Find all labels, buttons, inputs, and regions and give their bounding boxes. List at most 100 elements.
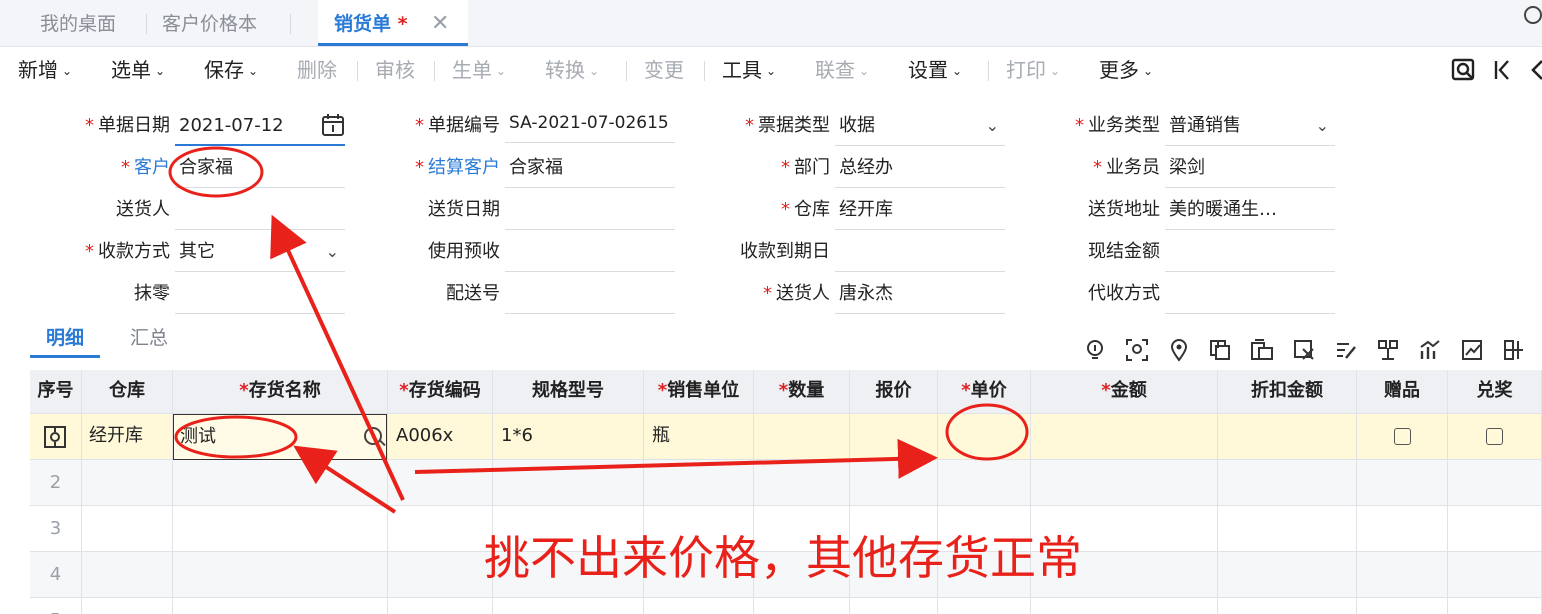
row-gear-icon[interactable] bbox=[44, 426, 66, 448]
select-order-label: 选单 bbox=[111, 58, 151, 82]
calendar-icon[interactable] bbox=[321, 113, 345, 137]
settle-customer-label-text: 结算客户 bbox=[428, 157, 500, 178]
annotation-text: 挑不出来价格，其他存货正常 bbox=[484, 531, 1082, 585]
inquiry-label: 联查 bbox=[815, 58, 855, 82]
copy-row-icon[interactable] bbox=[1250, 338, 1274, 362]
col-header-amount-text: 金额 bbox=[1110, 380, 1147, 401]
warehouse-field[interactable]: 经开库 bbox=[835, 190, 1005, 230]
deliverer-field[interactable] bbox=[175, 190, 345, 230]
col-header-qty: *数量 bbox=[754, 370, 850, 414]
inquiry-button[interactable]: 联查 ⌄ bbox=[815, 47, 869, 93]
row1-item-code[interactable]: A006x bbox=[388, 414, 493, 460]
save-button[interactable]: 保存 ⌄ bbox=[204, 47, 258, 93]
doc-no-field[interactable]: SA-2021-07-02615 bbox=[505, 103, 675, 143]
collect-method-field[interactable] bbox=[1165, 274, 1335, 314]
preview-icon[interactable] bbox=[1451, 57, 1477, 83]
search-icon[interactable] bbox=[1524, 6, 1542, 24]
customer-label[interactable]: * 客户 bbox=[40, 148, 170, 188]
chevron-down-icon: ⌄ bbox=[155, 64, 166, 78]
lightbulb-icon[interactable] bbox=[1083, 338, 1107, 362]
row1-spec[interactable]: 1*6 bbox=[493, 414, 644, 460]
delivery-date-field[interactable] bbox=[505, 190, 675, 230]
salesman-label-text: 业务员 bbox=[1106, 157, 1160, 178]
chevron-down-icon: ⌄ bbox=[496, 64, 507, 78]
add-button[interactable]: 新增 ⌄ bbox=[18, 47, 72, 93]
delivery-date-label: 送货日期 bbox=[428, 199, 500, 220]
chevron-down-icon: ⌄ bbox=[859, 64, 870, 78]
use-prepay-field[interactable] bbox=[505, 232, 675, 272]
dispatch-no-field[interactable] bbox=[505, 274, 675, 314]
row1-quote[interactable] bbox=[850, 414, 938, 460]
payment-method-select[interactable]: 其它 ⌄ bbox=[175, 232, 345, 272]
first-record-icon[interactable] bbox=[1490, 57, 1516, 83]
tab-summary[interactable]: 汇总 bbox=[130, 318, 168, 358]
col-header-sales-unit: *销售单位 bbox=[644, 370, 754, 414]
salesman-label: * 业务员 bbox=[1030, 148, 1160, 188]
settle-customer-field[interactable]: 合家福 bbox=[505, 148, 675, 188]
cash-amount-field[interactable] bbox=[1165, 232, 1335, 272]
tab-detail[interactable]: 明细 bbox=[30, 318, 100, 358]
select-order-button[interactable]: 选单 ⌄ bbox=[111, 47, 165, 93]
generate-order-button[interactable]: 生单 ⌄ bbox=[452, 47, 506, 93]
column-settings-icon[interactable] bbox=[1502, 338, 1526, 362]
col-divider bbox=[1447, 460, 1448, 614]
gift-checkbox[interactable] bbox=[1393, 427, 1411, 445]
rounding-field[interactable] bbox=[175, 274, 345, 314]
settings-button[interactable]: 设置 ⌄ bbox=[908, 47, 962, 93]
table-row bbox=[30, 460, 1542, 506]
location-icon[interactable] bbox=[1167, 338, 1191, 362]
add-row-icon[interactable] bbox=[1208, 338, 1232, 362]
doc-date-field[interactable]: 2021-07-12 bbox=[175, 106, 345, 146]
prize-checkbox[interactable] bbox=[1486, 427, 1503, 445]
print-button[interactable]: 打印 ⌄ bbox=[1006, 47, 1060, 93]
row1-unit-price[interactable] bbox=[938, 414, 1031, 460]
more-label: 更多 bbox=[1099, 58, 1139, 82]
more-button[interactable]: 更多 ⌄ bbox=[1099, 47, 1153, 93]
audit-button[interactable]: 审核 bbox=[375, 47, 415, 93]
delete-button[interactable]: 删除 bbox=[297, 47, 337, 93]
delete-row-icon[interactable] bbox=[1292, 338, 1316, 362]
ticket-type-select[interactable]: 收据 ⌄ bbox=[835, 106, 1005, 146]
customer-field[interactable]: 合家福 bbox=[175, 148, 345, 188]
row1-prize-cell bbox=[1448, 414, 1542, 460]
tab-customer-price-book[interactable]: 客户价格本 bbox=[162, 0, 257, 46]
tab-sales-order-label: 销货单 bbox=[334, 13, 392, 35]
scan-icon[interactable] bbox=[1125, 338, 1149, 362]
change-button[interactable]: 变更 bbox=[644, 47, 684, 93]
deliverer2-field[interactable]: 唐永杰 bbox=[835, 274, 1005, 314]
required-mark: * bbox=[239, 380, 249, 401]
tab-sales-order[interactable]: 销货单 * ✕ bbox=[318, 0, 468, 46]
chevron-down-icon: ⌄ bbox=[1050, 64, 1061, 78]
required-mark: * bbox=[781, 157, 790, 178]
col-header-discount: 折扣金额 bbox=[1218, 370, 1357, 414]
item-name-input[interactable]: 测试 bbox=[173, 414, 387, 460]
close-icon[interactable]: ✕ bbox=[431, 0, 449, 48]
row1-qty[interactable] bbox=[754, 414, 850, 460]
trend-icon[interactable] bbox=[1460, 338, 1484, 362]
split-icon[interactable] bbox=[1376, 338, 1400, 362]
add-button-label: 新增 bbox=[18, 58, 58, 82]
department-field[interactable]: 总经办 bbox=[835, 148, 1005, 188]
chart-icon[interactable] bbox=[1418, 338, 1442, 362]
row1-amount[interactable] bbox=[1031, 414, 1218, 460]
due-date-field[interactable] bbox=[835, 232, 1005, 272]
row1-gift-cell bbox=[1357, 414, 1448, 460]
row-number: 3 bbox=[30, 506, 82, 552]
biz-type-select[interactable]: 普通销售 ⌄ bbox=[1165, 106, 1335, 146]
row1-discount[interactable] bbox=[1218, 414, 1357, 460]
convert-button[interactable]: 转换 ⌄ bbox=[545, 47, 599, 93]
tab-desktop[interactable]: 我的桌面 bbox=[40, 0, 116, 46]
settle-customer-label[interactable]: * 结算客户 bbox=[370, 148, 500, 188]
batch-edit-icon[interactable] bbox=[1334, 338, 1358, 362]
col-header-quote: 报价 bbox=[850, 370, 938, 414]
previous-record-icon[interactable] bbox=[1526, 57, 1542, 83]
row1-warehouse[interactable]: 经开库 bbox=[82, 414, 173, 460]
convert-label: 转换 bbox=[545, 58, 585, 82]
tools-button[interactable]: 工具 ⌄ bbox=[722, 47, 776, 93]
delivery-address-field[interactable]: 美的暖通生… bbox=[1165, 190, 1335, 230]
doc-no-label-text: 单据编号 bbox=[428, 115, 500, 136]
row1-sales-unit[interactable]: 瓶 bbox=[644, 414, 754, 460]
salesman-field[interactable]: 梁剑 bbox=[1165, 148, 1335, 188]
search-icon[interactable] bbox=[364, 427, 382, 445]
required-mark: * bbox=[399, 380, 409, 401]
